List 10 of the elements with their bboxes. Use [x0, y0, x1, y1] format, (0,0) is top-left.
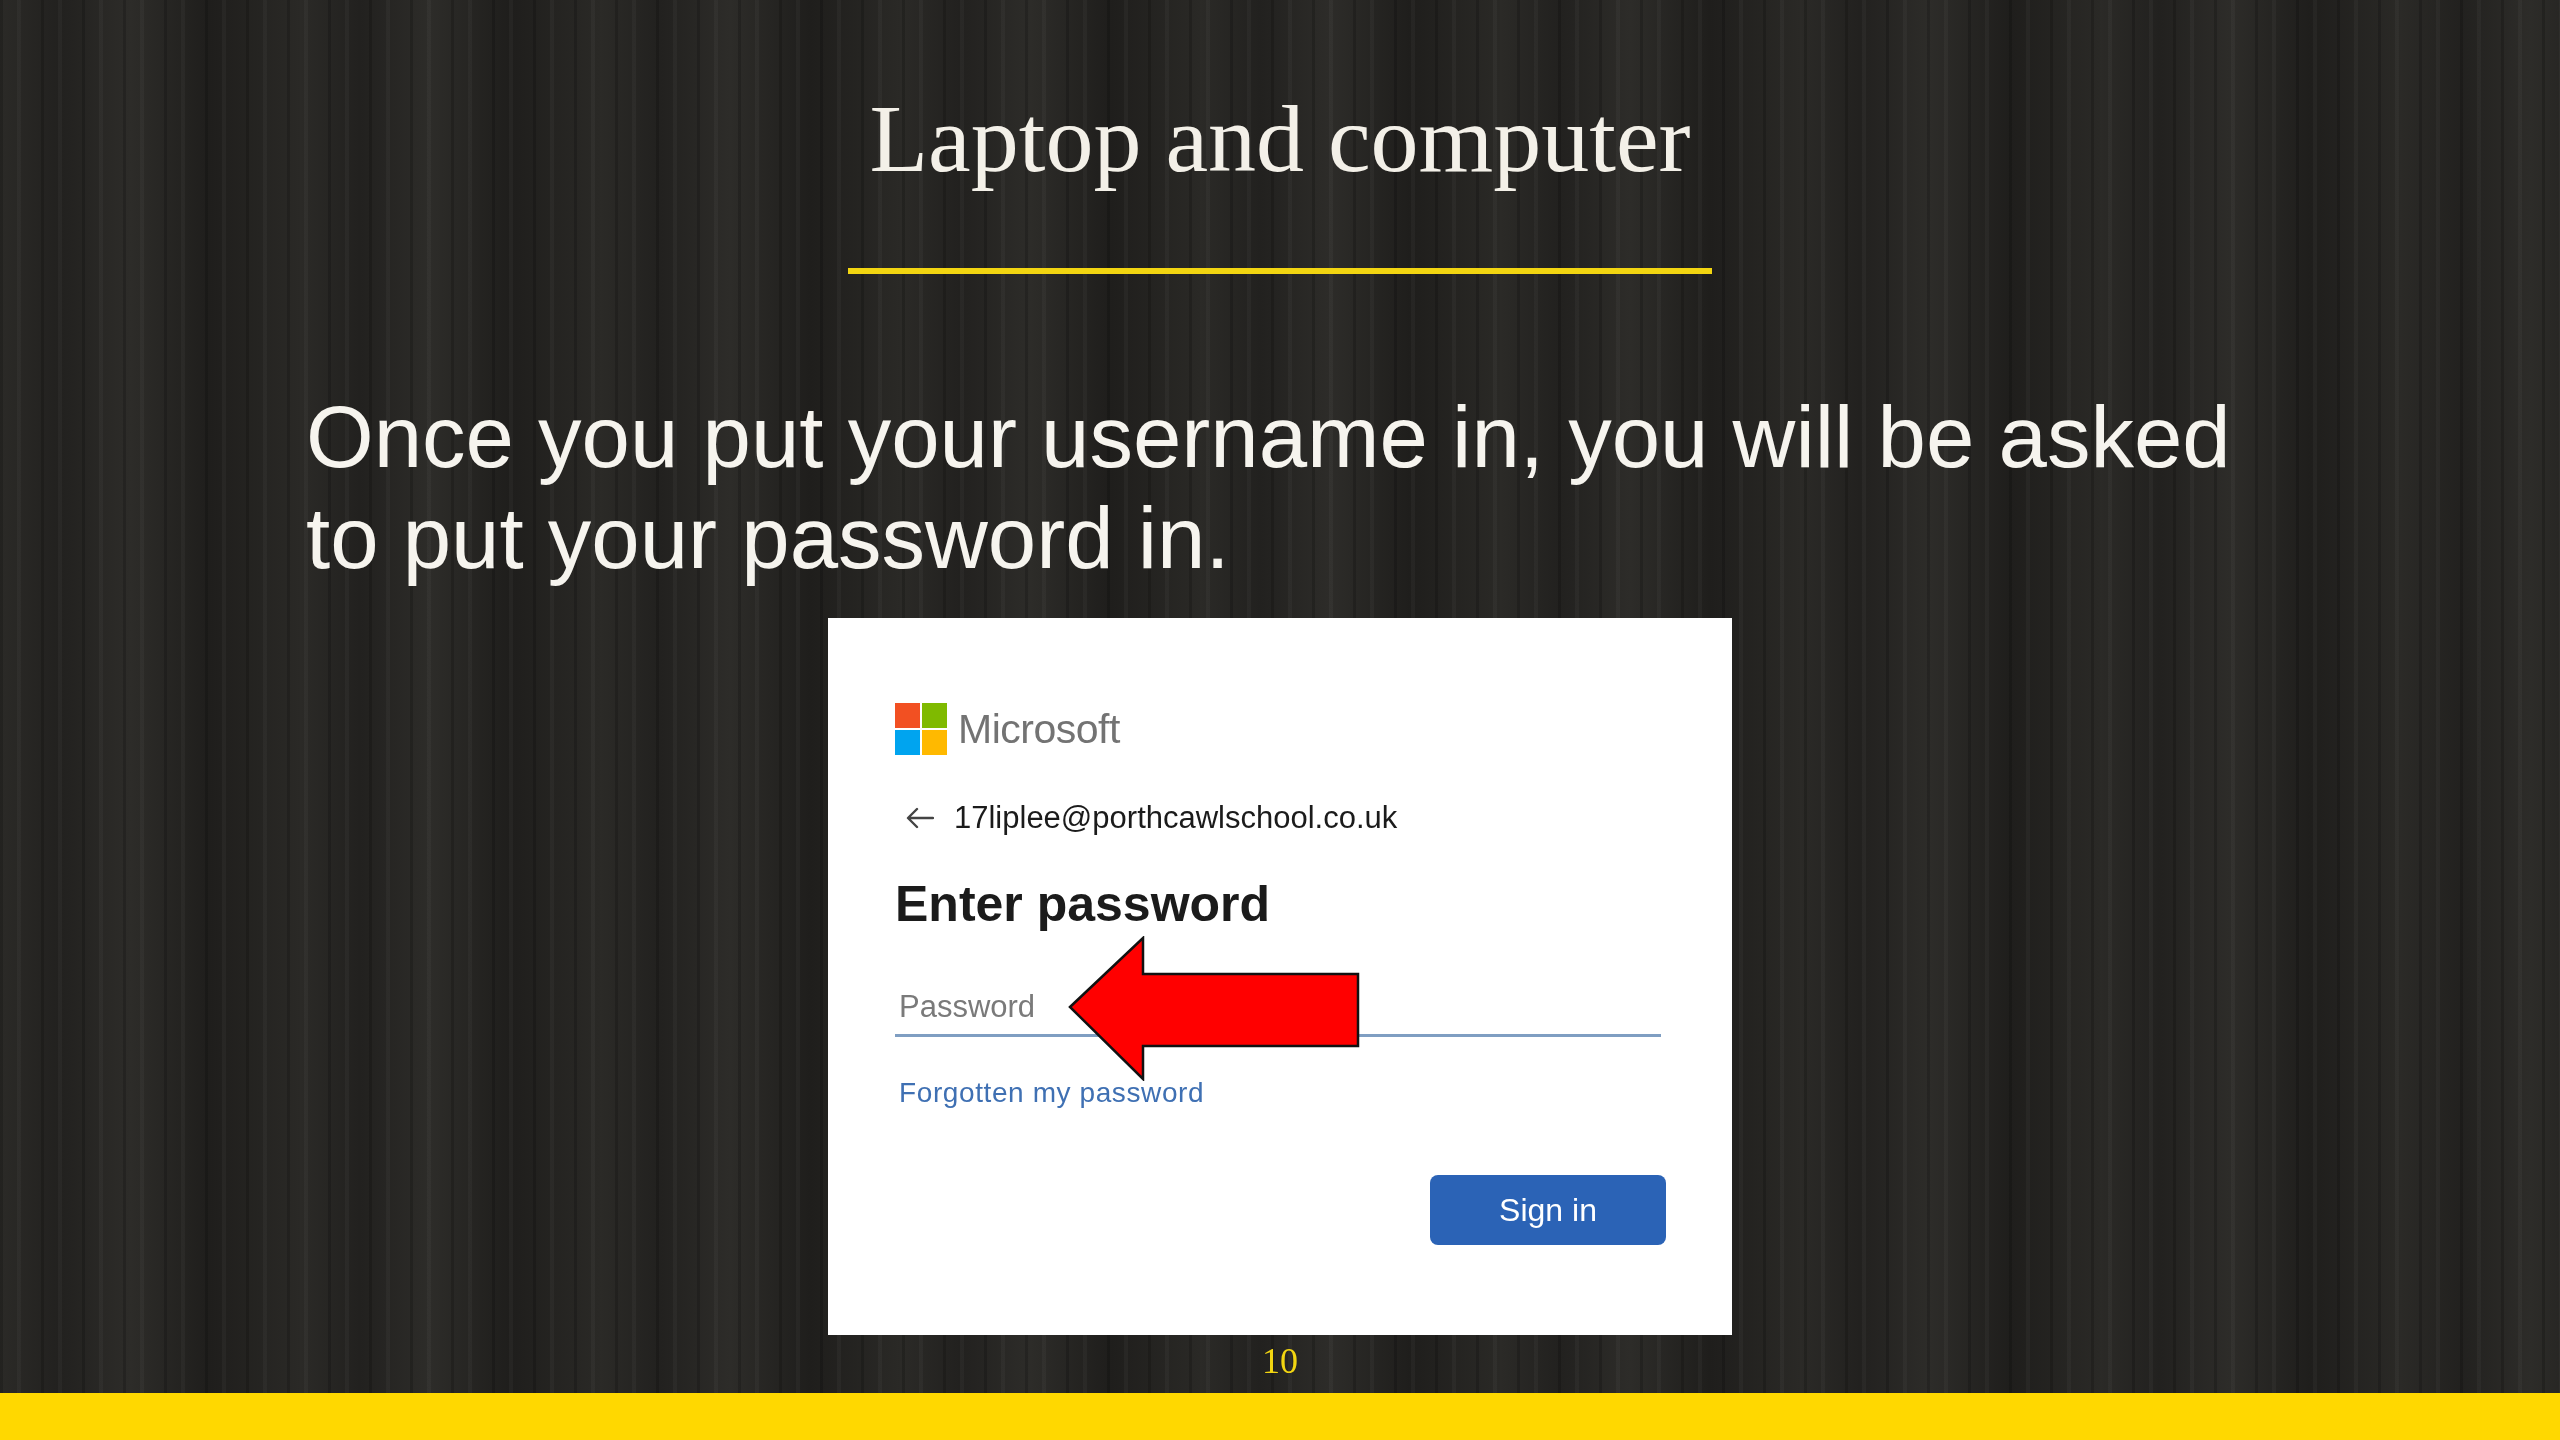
page-number: 10 — [1262, 1341, 1298, 1381]
sign-in-button[interactable]: Sign in — [1430, 1175, 1666, 1245]
four-squares-logo-icon — [895, 703, 947, 755]
brand-name: Microsoft — [958, 705, 1120, 754]
account-email: 17liplee@porthcawlschool.co.uk — [954, 799, 1398, 837]
back-arrow-icon[interactable] — [906, 807, 934, 829]
form-heading: Enter password — [895, 875, 1272, 934]
forgotten-password-link[interactable]: Forgotten my password — [895, 1075, 1205, 1111]
slide-title: Laptop and computer — [869, 88, 1691, 190]
body-text: Once you put your username in, you will be asked to put your password in. — [306, 387, 2232, 588]
